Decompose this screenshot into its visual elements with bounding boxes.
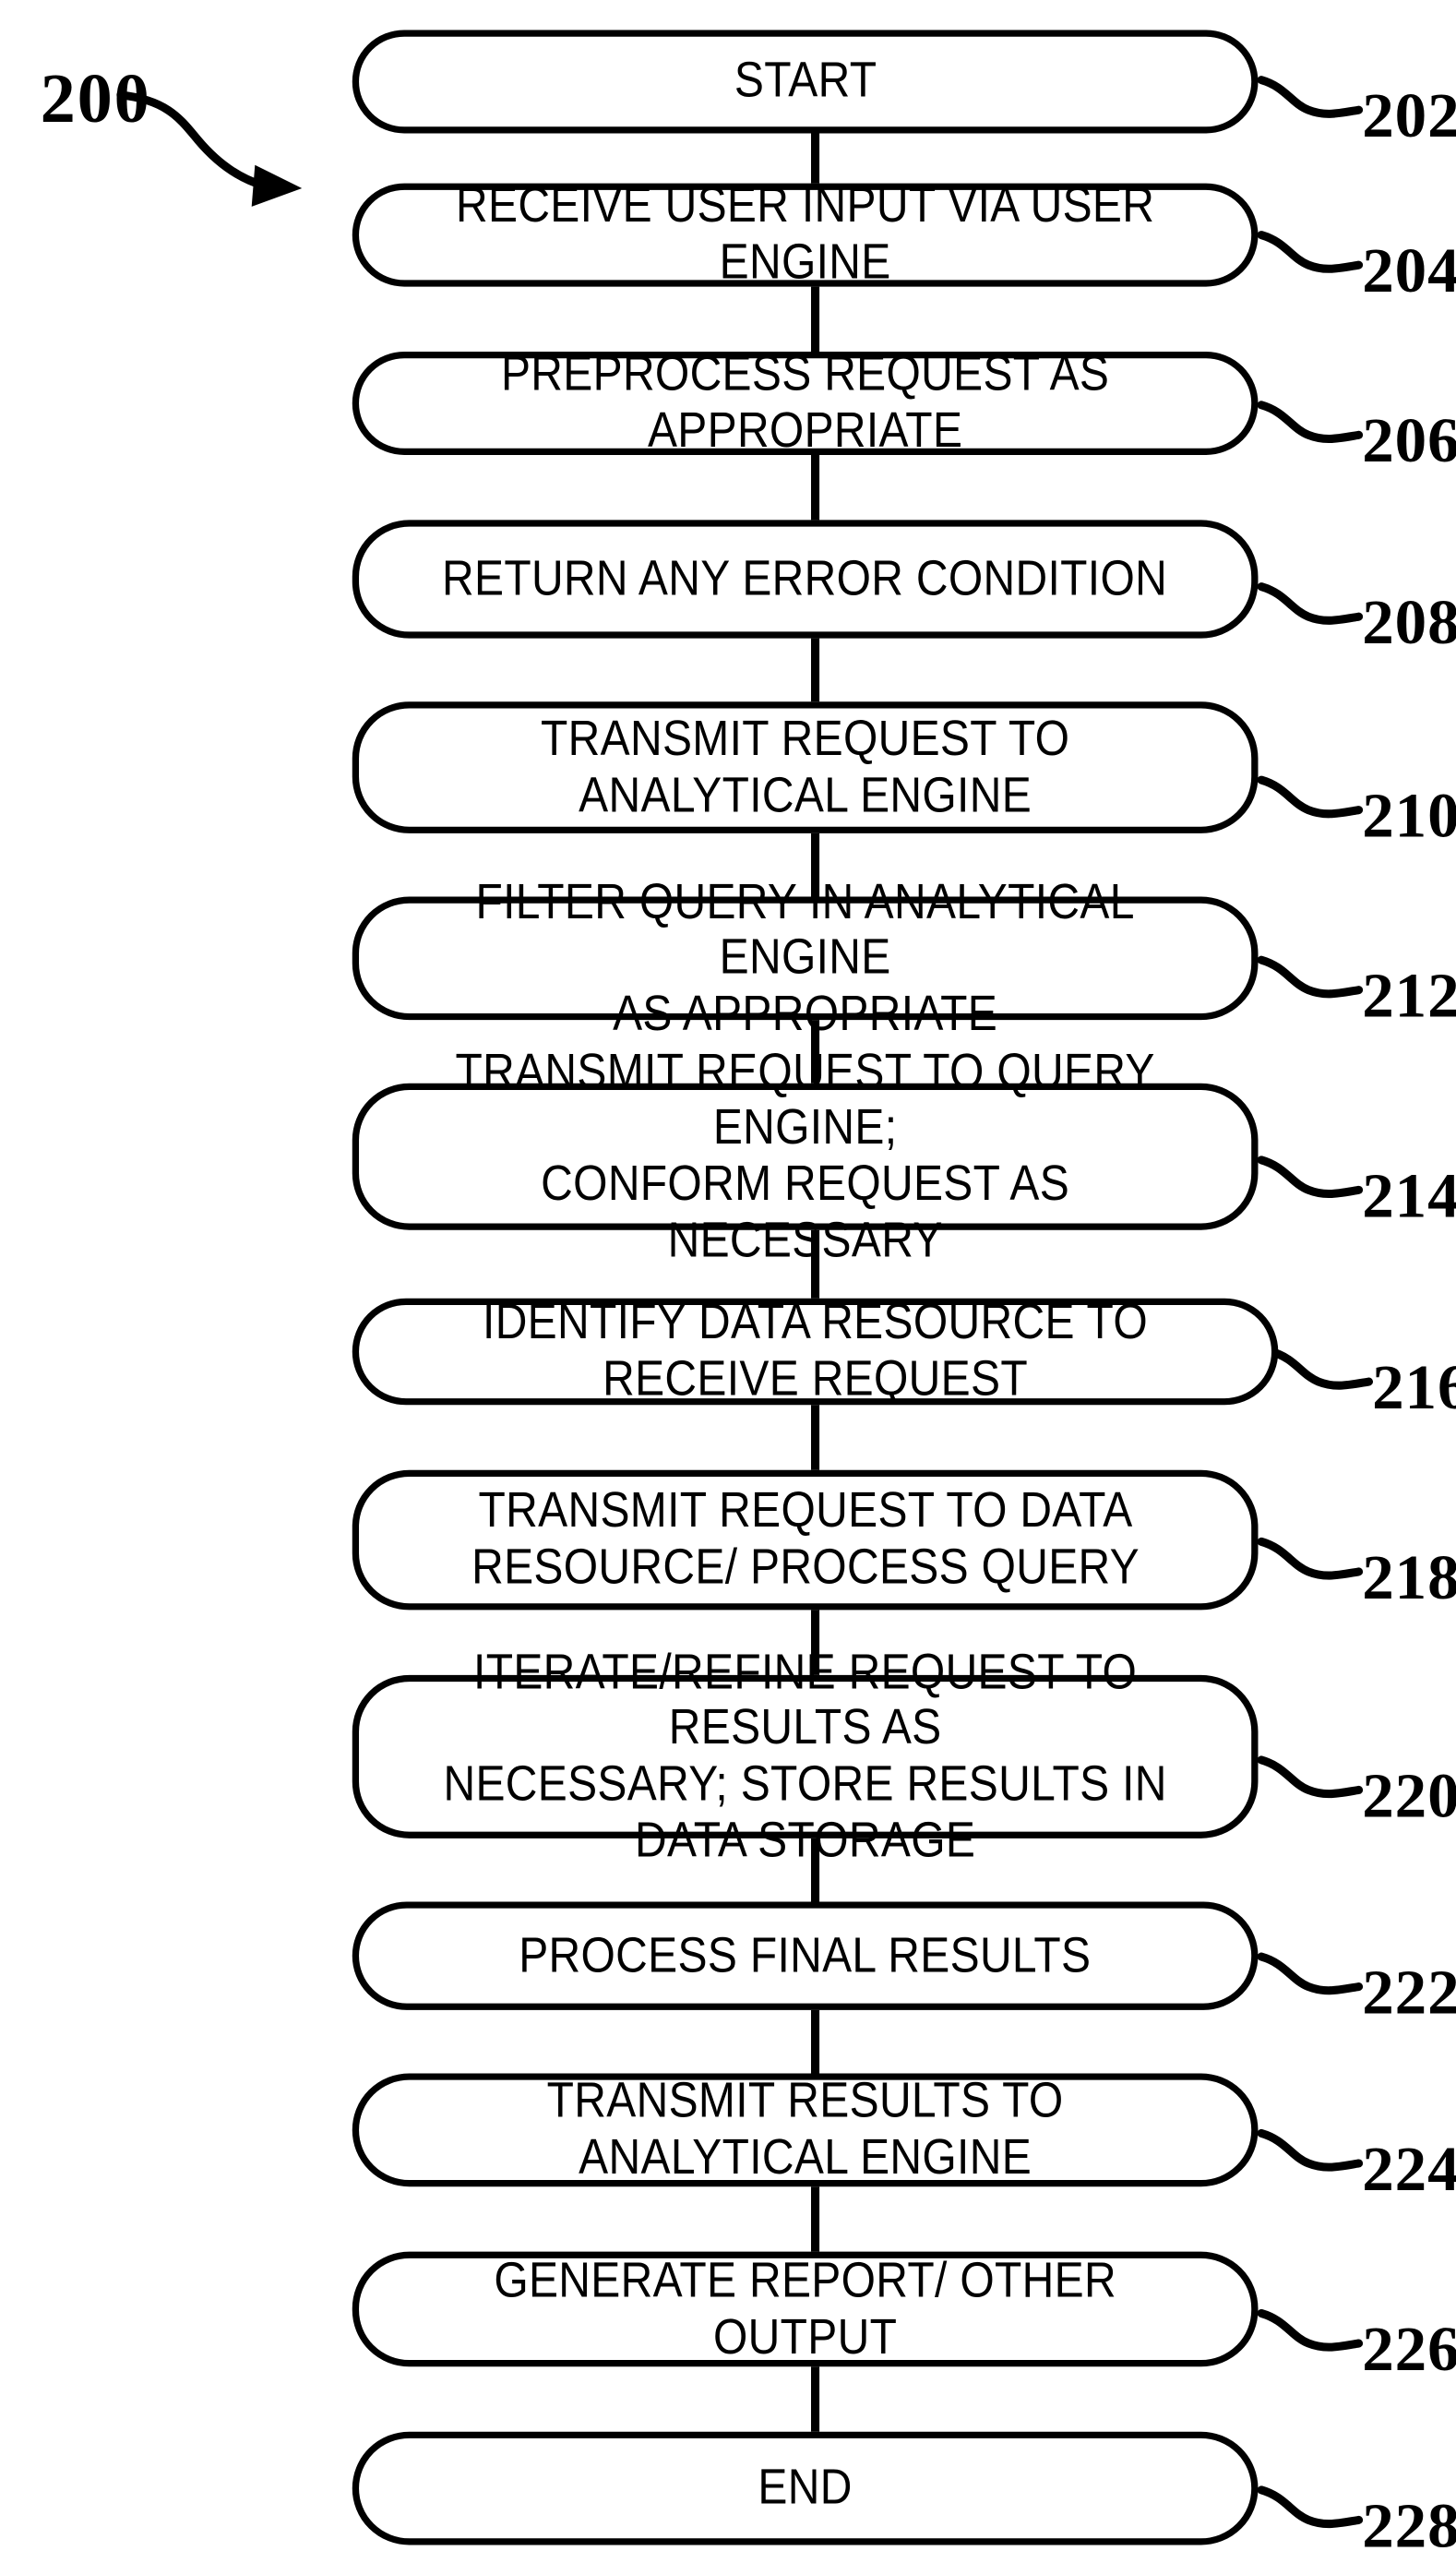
flow-node-transmit-query-label: TRANSMIT REQUEST TO QUERY ENGINE; CONFOR… xyxy=(455,1044,1155,1268)
flow-node-transmit-query: TRANSMIT REQUEST TO QUERY ENGINE; CONFOR… xyxy=(352,1045,1259,1267)
reference-numeral-204: 204 xyxy=(1362,236,1456,307)
reference-numeral-210: 210 xyxy=(1362,781,1456,852)
flow-node-start-label: START xyxy=(734,54,877,109)
flow-node-process-final-label: PROCESS FINAL RESULTS xyxy=(519,1927,1092,1983)
flow-node-end: END xyxy=(352,2431,1259,2545)
reference-numeral-202: 202 xyxy=(1362,81,1456,152)
flow-node-start: START xyxy=(352,30,1259,134)
flow-node-transmit-analytical: TRANSMIT REQUEST TO ANALYTICAL ENGINE xyxy=(352,701,1259,833)
flow-node-transmit-resource: TRANSMIT REQUEST TO DATA RESOURCE/ PROCE… xyxy=(352,1469,1259,1611)
flow-node-generate-report: GENERATE REPORT/ OTHER OUTPUT xyxy=(352,2251,1259,2367)
figure-number-label: 200 xyxy=(40,61,151,138)
flow-node-preprocess-label: PREPROCESS REQUEST AS APPROPRIATE xyxy=(500,347,1110,459)
reference-numeral-226: 226 xyxy=(1362,2315,1456,2386)
reference-numeral-220: 220 xyxy=(1362,1761,1456,1832)
flow-node-end-label: END xyxy=(758,2460,853,2516)
reference-numeral-222: 222 xyxy=(1362,1958,1456,2029)
flow-node-generate-report-label: GENERATE REPORT/ OTHER OUTPUT xyxy=(494,2253,1116,2365)
flow-node-receive-input: RECEIVE USER INPUT VIA USER ENGINE xyxy=(352,179,1259,290)
flow-node-transmit-resource-label: TRANSMIT REQUEST TO DATA RESOURCE/ PROCE… xyxy=(471,1483,1140,1596)
flow-node-receive-input-label: RECEIVE USER INPUT VIA USER ENGINE xyxy=(456,178,1155,291)
reference-numeral-212: 212 xyxy=(1362,961,1456,1032)
flow-node-filter-query-label: FILTER QUERY IN ANALYTICAL ENGINE AS APP… xyxy=(475,874,1135,1042)
flow-node-iterate-refine-label: ITERATE/REFINE REQUEST TO RESULTS AS NEC… xyxy=(443,1645,1167,1868)
reference-numeral-218: 218 xyxy=(1362,1543,1456,1614)
flow-node-return-error: RETURN ANY ERROR CONDITION xyxy=(352,520,1259,639)
flow-node-transmit-results: TRANSMIT RESULTS TO ANALYTICAL ENGINE xyxy=(352,2073,1259,2187)
flow-node-preprocess: PREPROCESS REQUEST AS APPROPRIATE xyxy=(352,347,1259,459)
flow-node-transmit-analytical-label: TRANSMIT REQUEST TO ANALYTICAL ENGINE xyxy=(541,711,1070,823)
flow-node-identify-resource: IDENTIFY DATA RESOURCE TO RECEIVE REQUES… xyxy=(352,1295,1279,1407)
flow-node-filter-query: FILTER QUERY IN ANALYTICAL ENGINE AS APP… xyxy=(352,874,1259,1041)
reference-leader-lines xyxy=(1257,76,1374,2529)
patent-flowchart-figure: 200 START 202 RECEIVE USER INPUT VIA USE… xyxy=(0,0,1456,2575)
reference-numeral-228: 228 xyxy=(1362,2491,1456,2562)
flow-node-iterate-refine: ITERATE/REFINE REQUEST TO RESULTS AS NEC… xyxy=(352,1645,1259,1868)
flow-node-process-final: PROCESS FINAL RESULTS xyxy=(352,1901,1259,2010)
flow-node-transmit-results-label: TRANSMIT RESULTS TO ANALYTICAL ENGINE xyxy=(546,2074,1064,2186)
flow-node-identify-resource-label: IDENTIFY DATA RESOURCE TO RECEIVE REQUES… xyxy=(483,1295,1148,1407)
reference-numeral-214: 214 xyxy=(1362,1161,1456,1232)
reference-numeral-216: 216 xyxy=(1372,1353,1456,1424)
flow-node-return-error-label: RETURN ANY ERROR CONDITION xyxy=(442,551,1168,606)
reference-numeral-224: 224 xyxy=(1362,2135,1456,2206)
reference-numeral-206: 206 xyxy=(1362,406,1456,477)
reference-numeral-208: 208 xyxy=(1362,588,1456,659)
